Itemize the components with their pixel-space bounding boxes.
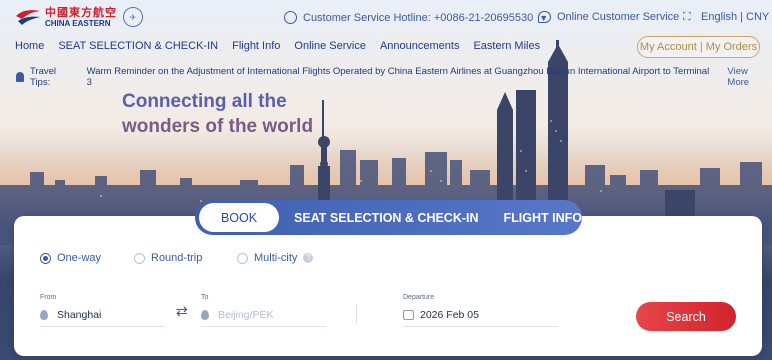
brand-name-cn: 中國東方航空	[45, 6, 117, 19]
globe-icon: ⛶	[683, 11, 691, 23]
nav-item-announcements[interactable]: Announcements	[380, 40, 460, 52]
main-nav: Home SEAT SELECTION & CHECK-IN Flight In…	[15, 40, 540, 52]
account-button[interactable]: My Account | My Orders	[637, 36, 760, 58]
calendar-icon	[403, 309, 414, 320]
tab-book[interactable]: BOOK	[199, 203, 280, 232]
radio-selected-icon	[40, 252, 51, 264]
departure-value: 2026 Feb 05	[420, 308, 479, 321]
hotline-text: Customer Service Hotline: +0086-21-20695…	[303, 11, 534, 24]
location-pin-icon	[40, 309, 48, 320]
brand-name-en: CHINA EASTERN	[45, 18, 111, 28]
skyteam-badge-icon: ✈	[123, 7, 143, 27]
language-text: English | CNY	[701, 11, 770, 23]
slogan-line-2: wonders of the world	[122, 116, 314, 137]
nav-item-seat-selection[interactable]: SEAT SELECTION & CHECK-IN	[58, 40, 218, 52]
tab-seat-selection[interactable]: SEAT SELECTION & CHECK-IN	[294, 211, 479, 225]
swap-icon[interactable]: ⇄	[176, 304, 188, 318]
departure-date-field[interactable]: Departure 2026 Feb 05	[403, 294, 558, 327]
slogan-line-1: Connecting all the	[122, 91, 287, 112]
language-currency-selector[interactable]: ⛶ English | CNY	[683, 11, 769, 23]
travel-tips-bar: Travel Tips: Warm Reminder on the Adjust…	[16, 66, 772, 88]
radio-icon	[134, 252, 145, 264]
trip-type-one-way[interactable]: One-way	[40, 252, 101, 264]
from-field[interactable]: From Shanghai	[40, 294, 165, 327]
radio-icon	[237, 252, 248, 264]
departure-label: Departure	[403, 294, 435, 301]
trip-type-label: Multi-city	[254, 252, 298, 264]
customer-hotline[interactable]: Customer Service Hotline: +0086-21-20695…	[284, 11, 548, 24]
help-icon[interactable]: ?	[303, 253, 314, 263]
top-bar: 中國東方航空 CHINA EASTERN ✈ Customer Service …	[0, 0, 772, 34]
hero-slogan: Connecting all the wonders of the world	[122, 89, 313, 139]
bell-icon	[16, 72, 24, 82]
swallow-logo-icon	[14, 6, 42, 28]
to-placeholder: Beijing/PEK	[218, 308, 274, 321]
online-service-link[interactable]: Online Customer Service	[538, 11, 679, 23]
trip-type-label: Round-trip	[151, 252, 203, 264]
tips-label: Travel Tips:	[29, 66, 57, 88]
from-value: Shanghai	[57, 308, 102, 321]
from-label: From	[40, 294, 57, 301]
booking-card: One-way Round-trip Multi-city ? From Sha…	[14, 216, 762, 356]
booking-tabs: BOOK SEAT SELECTION & CHECK-IN FLIGHT IN…	[195, 200, 582, 235]
headset-icon	[284, 11, 297, 24]
nav-item-eastern-miles[interactable]: Eastern Miles	[473, 40, 540, 52]
trip-type-round-trip[interactable]: Round-trip	[134, 252, 202, 264]
airline-logo[interactable]: 中國東方航空 CHINA EASTERN ✈	[14, 6, 143, 28]
nav-item-home[interactable]: Home	[15, 40, 44, 52]
tips-text[interactable]: Warm Reminder on the Adjustment of Inter…	[87, 66, 716, 88]
chat-icon	[538, 11, 551, 23]
location-pin-icon	[201, 309, 209, 320]
online-service-text: Online Customer Service	[557, 11, 680, 23]
search-button[interactable]: Search	[636, 302, 736, 331]
to-field[interactable]: To Beijing/PEK	[201, 294, 326, 327]
view-more-link[interactable]: View More	[727, 66, 772, 88]
field-divider	[356, 304, 357, 324]
tab-flight-info[interactable]: FLIGHT INFO	[504, 211, 582, 225]
trip-type-multi-city[interactable]: Multi-city ?	[237, 252, 314, 264]
nav-item-online-service[interactable]: Online Service	[294, 40, 366, 52]
nav-item-flight-info[interactable]: Flight Info	[232, 40, 280, 52]
trip-type-label: One-way	[57, 252, 102, 264]
to-label: To	[201, 294, 209, 301]
